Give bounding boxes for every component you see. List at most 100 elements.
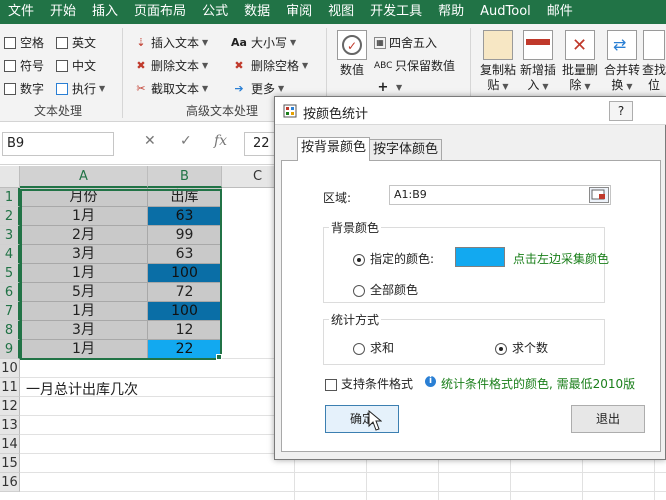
cell-a9[interactable]: 1月: [20, 340, 148, 359]
row-header-1[interactable]: 1: [0, 188, 20, 207]
cell-b3[interactable]: 99: [148, 226, 222, 245]
checkbox-box[interactable]: [4, 82, 16, 95]
extract-text-button[interactable]: ✂ 截取文本 ▼: [134, 80, 208, 97]
number-button[interactable]: ✓ 数值: [332, 30, 372, 100]
execute-button[interactable]: 执行 ▼: [56, 80, 105, 97]
radio-count[interactable]: 求个数: [495, 339, 548, 356]
radio-specified-color[interactable]: 指定的颜色:: [353, 250, 434, 267]
insert-rows-button[interactable]: 新增插 入 ▼: [518, 30, 558, 100]
radio-button[interactable]: [353, 342, 365, 355]
cancel-icon[interactable]: ✕: [144, 133, 156, 149]
batch-delete-button[interactable]: ✕ 批量删 除 ▼: [560, 30, 600, 100]
copy-paste-button[interactable]: 复制粘 贴 ▼: [478, 30, 518, 100]
radio-button[interactable]: [353, 284, 365, 297]
checkbox-box[interactable]: [4, 59, 16, 72]
cell-a1[interactable]: 月份: [20, 188, 148, 207]
checkbox-chinese[interactable]: 中文: [56, 57, 96, 74]
cell-a8[interactable]: 3月: [20, 321, 148, 340]
checkbox-box[interactable]: [325, 378, 337, 391]
name-box[interactable]: B9: [2, 132, 114, 156]
area-input[interactable]: A1:B9: [389, 185, 611, 205]
cell-b9[interactable]: 22: [148, 340, 222, 359]
checkbox-english[interactable]: 英文: [56, 34, 96, 51]
row-header-12[interactable]: 12: [0, 397, 20, 416]
cell-a4[interactable]: 3月: [20, 245, 148, 264]
menu-developer[interactable]: 开发工具: [362, 0, 430, 24]
row-header-13[interactable]: 13: [0, 416, 20, 435]
cell-a7[interactable]: 1月: [20, 302, 148, 321]
menu-audtool[interactable]: AudTool: [472, 0, 539, 24]
enter-icon[interactable]: ✓: [180, 133, 192, 149]
row-header-3[interactable]: 3: [0, 226, 20, 245]
col-header-b[interactable]: B: [148, 166, 222, 188]
row-header-8[interactable]: 8: [0, 321, 20, 340]
select-all-corner[interactable]: [0, 166, 20, 188]
menu-file[interactable]: 文件: [0, 0, 42, 24]
menu-page-layout[interactable]: 页面布局: [126, 0, 194, 24]
menu-mail[interactable]: 邮件: [539, 0, 581, 24]
menu-help[interactable]: 帮助: [430, 0, 472, 24]
radio-button[interactable]: [353, 253, 365, 266]
insert-text-button[interactable]: ⇣ 插入文本 ▼: [134, 34, 208, 51]
tab-background-color[interactable]: 按背景颜色: [297, 137, 371, 161]
ok-button[interactable]: 确定: [325, 405, 399, 433]
exit-button[interactable]: 退出: [571, 405, 645, 433]
row-header-10[interactable]: 10: [0, 359, 20, 378]
tab-font-color[interactable]: 按字体颜色: [369, 139, 443, 161]
case-button[interactable]: Aa 大小写 ▼: [230, 34, 296, 51]
menu-home[interactable]: 开始: [42, 0, 84, 24]
radio-button[interactable]: [495, 342, 507, 355]
menu-data[interactable]: 数据: [236, 0, 278, 24]
row-header-5[interactable]: 5: [0, 264, 20, 283]
row-header-9[interactable]: 9: [0, 340, 20, 359]
row-header-2[interactable]: 2: [0, 207, 20, 226]
radio-sum[interactable]: 求和: [353, 339, 394, 356]
radio-all-colors[interactable]: 全部颜色: [353, 281, 418, 298]
color-swatch[interactable]: [455, 247, 505, 267]
menu-formulas[interactable]: 公式: [194, 0, 236, 24]
number-more-button[interactable]: + ▼: [376, 80, 403, 95]
menu-review[interactable]: 审阅: [278, 0, 320, 24]
cell-a11[interactable]: 一月总计出库几次: [26, 379, 138, 399]
dialog-titlebar[interactable]: 按颜色统计 ?: [275, 97, 666, 125]
cell-a6[interactable]: 5月: [20, 283, 148, 302]
col-header-a[interactable]: A: [20, 166, 148, 188]
cell-b1[interactable]: 出库: [148, 188, 222, 207]
find-locate-button[interactable]: 查找 位: [642, 30, 666, 100]
checkbox-box[interactable]: [56, 59, 68, 72]
row-header-4[interactable]: 4: [0, 245, 20, 264]
checkbox-box[interactable]: [56, 36, 68, 49]
cell-a5[interactable]: 1月: [20, 264, 148, 283]
checkbox-support-cf[interactable]: 支持条件格式: [325, 375, 413, 392]
cell-b4[interactable]: 63: [148, 245, 222, 264]
row-header-16[interactable]: 16: [0, 473, 20, 492]
checkbox-box[interactable]: [4, 36, 16, 49]
cell-a3[interactable]: 2月: [20, 226, 148, 245]
cell-b7[interactable]: 100: [148, 302, 222, 321]
delete-space-button[interactable]: ✖ 删除空格 ▼: [230, 57, 308, 74]
cell-b2[interactable]: 63: [148, 207, 222, 226]
checkbox-symbol[interactable]: 符号: [4, 57, 44, 74]
keep-number-button[interactable]: ABC 只保留数值: [374, 57, 455, 74]
checkbox-number[interactable]: 数字: [4, 80, 44, 97]
cell-b6[interactable]: 72: [148, 283, 222, 302]
merge-convert-button[interactable]: ⇄ 合并转 换 ▼: [602, 30, 642, 100]
cell-a2[interactable]: 1月: [20, 207, 148, 226]
range-select-icon[interactable]: [589, 187, 609, 203]
row-header-15[interactable]: 15: [0, 454, 20, 473]
delete-text-button[interactable]: ✖ 删除文本 ▼: [134, 57, 208, 74]
row-header-7[interactable]: 7: [0, 302, 20, 321]
row-header-11[interactable]: 11: [0, 378, 20, 397]
round-button[interactable]: ▦ 四舍五入: [374, 34, 437, 51]
menu-insert[interactable]: 插入: [84, 0, 126, 24]
cell-b5[interactable]: 100: [148, 264, 222, 283]
help-button[interactable]: ?: [609, 101, 633, 121]
fill-handle[interactable]: [216, 354, 222, 360]
more-button[interactable]: ➔ 更多 ▼: [230, 80, 284, 97]
fx-icon[interactable]: fx: [214, 133, 227, 149]
menu-view[interactable]: 视图: [320, 0, 362, 24]
row-header-14[interactable]: 14: [0, 435, 20, 454]
row-header-6[interactable]: 6: [0, 283, 20, 302]
cell-b8[interactable]: 12: [148, 321, 222, 340]
checkbox-space[interactable]: 空格: [4, 34, 44, 51]
